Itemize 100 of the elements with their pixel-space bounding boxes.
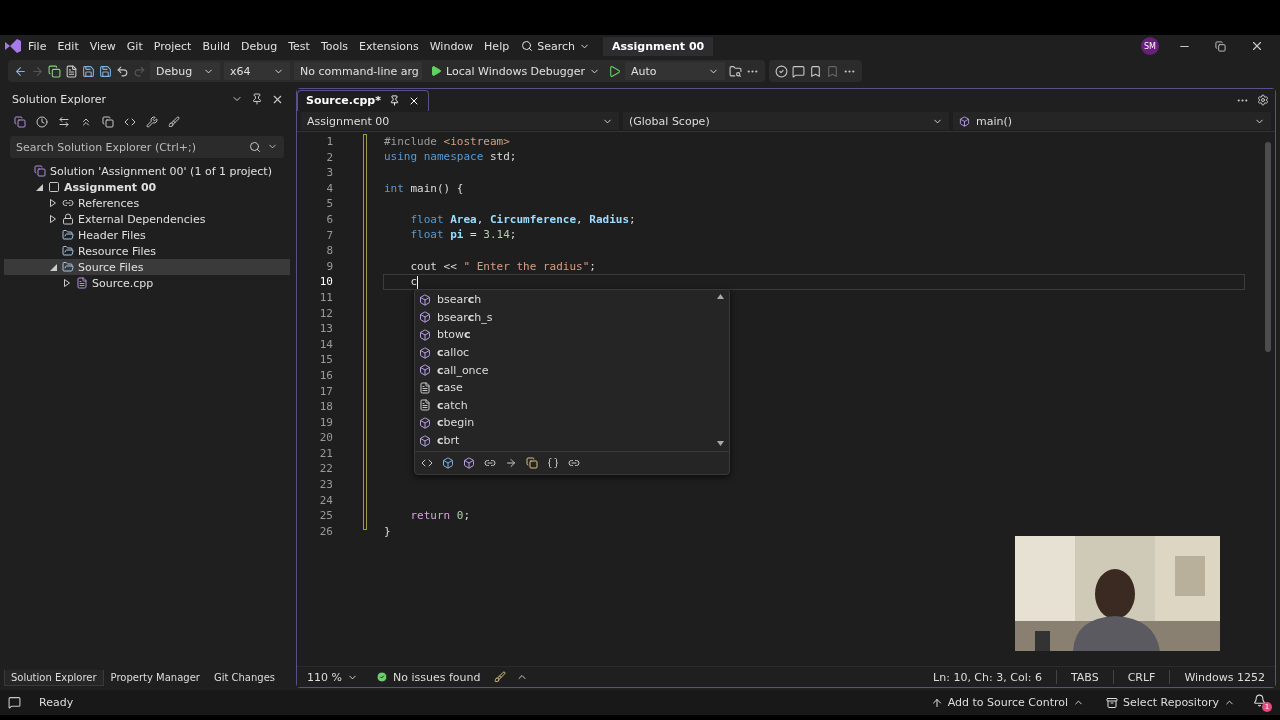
encoding[interactable]: Windows 1252: [1180, 670, 1269, 684]
file-tab[interactable]: Source.cpp*: [297, 89, 429, 111]
tree-item[interactable]: Header Files: [4, 227, 290, 243]
mode-dropdown[interactable]: Auto: [625, 62, 726, 80]
cursor-position[interactable]: Ln: 10, Ch: 3, Col: 6: [929, 670, 1046, 684]
issues-status[interactable]: No issues found: [371, 670, 485, 684]
text-cursor: [417, 275, 419, 289]
search-field[interactable]: Search Solution Explorer (Ctrl+;): [10, 136, 284, 158]
completion-item[interactable]: calloc: [417, 343, 715, 362]
avatar[interactable]: SM: [1141, 37, 1159, 55]
completion-item[interactable]: catch: [417, 396, 715, 415]
tree-item[interactable]: External Dependencies: [4, 211, 290, 227]
menu-item[interactable]: Help: [479, 37, 515, 55]
tree-item[interactable]: Solution 'Assignment 00' (1 of 1 project): [4, 163, 290, 179]
copy-icon[interactable]: [526, 457, 538, 470]
arguments-dropdown[interactable]: No command-line arg: [294, 62, 422, 80]
pin-icon[interactable]: [388, 95, 400, 106]
archive-icon: [1106, 696, 1119, 709]
undo-icon[interactable]: [116, 64, 129, 78]
brush-icon[interactable]: [168, 116, 180, 128]
menu-item[interactable]: Extensions: [354, 37, 424, 55]
save-icon[interactable]: [82, 64, 95, 78]
settings-icon[interactable]: [1257, 94, 1269, 106]
back-icon[interactable]: [14, 64, 27, 78]
start-debugging-button[interactable]: Local Windows Debugger: [426, 64, 605, 78]
brush-icon[interactable]: [494, 671, 507, 683]
tree-item[interactable]: Resource Files: [4, 243, 290, 259]
platform-dropdown[interactable]: x64: [224, 62, 290, 80]
scroll-up-icon[interactable]: [716, 294, 724, 299]
pin-icon[interactable]: [251, 93, 263, 105]
completion-item[interactable]: case: [417, 378, 715, 397]
bookmark-icon[interactable]: [809, 64, 823, 78]
zoom-dropdown[interactable]: 110 %: [303, 670, 362, 684]
sync-arrows-icon[interactable]: [58, 116, 70, 128]
restore-icon[interactable]: [1215, 40, 1226, 52]
line-number: 8: [326, 243, 333, 259]
tree-item[interactable]: Source.cpp: [4, 275, 290, 291]
panel-tab[interactable]: Solution Explorer: [4, 670, 104, 686]
scope-dropdown[interactable]: (Global Scope): [623, 112, 949, 130]
menu-item[interactable]: Tools: [315, 37, 353, 55]
scroll-down-icon[interactable]: [716, 441, 724, 447]
expanded-arrow-icon[interactable]: [49, 263, 57, 271]
panel-tab[interactable]: Git Changes: [206, 670, 282, 686]
save-all-icon[interactable]: [99, 64, 112, 78]
panel-tab[interactable]: Property Manager: [103, 670, 207, 686]
code-icon[interactable]: [124, 116, 136, 128]
line-number: 20: [319, 430, 333, 446]
line-number: 25: [319, 508, 333, 524]
indent-mode[interactable]: TABS: [1066, 670, 1103, 684]
open-file-icon[interactable]: [65, 64, 78, 78]
expanded-arrow-icon[interactable]: [35, 183, 43, 191]
add-to-source-control[interactable]: Add to Source Control: [926, 696, 1089, 709]
cube-icon[interactable]: [463, 457, 475, 470]
configuration-dropdown[interactable]: Debug: [150, 62, 220, 80]
completion-item[interactable]: cbegin: [417, 414, 715, 432]
select-repository[interactable]: Select Repository: [1102, 696, 1239, 709]
logo-icon: [4, 38, 22, 54]
completion-item[interactable]: call_once: [417, 361, 715, 379]
new-project-icon[interactable]: [48, 64, 61, 78]
tree-item[interactable]: Assignment 00: [4, 179, 290, 195]
completion-item[interactable]: bsearch: [417, 291, 715, 309]
menu-item[interactable]: Build: [197, 37, 235, 55]
comment-icon[interactable]: [792, 64, 806, 78]
menu-item[interactable]: File: [23, 37, 52, 55]
completion-item[interactable]: btowc: [417, 326, 715, 344]
wrench-icon[interactable]: [146, 116, 158, 128]
scrollbar-thumb[interactable]: [1265, 142, 1271, 352]
menu-item[interactable]: Test: [283, 37, 315, 55]
check-icon[interactable]: [775, 64, 789, 78]
play-icon[interactable]: [608, 64, 622, 78]
menu-item[interactable]: Debug: [236, 37, 283, 55]
member-dropdown[interactable]: main(): [953, 112, 1271, 130]
search-icon: [249, 141, 261, 153]
code-line: float Area, Circumference, Radius;: [409, 212, 636, 227]
menu-item[interactable]: Window: [424, 37, 479, 55]
cube-icon[interactable]: [442, 457, 454, 470]
completion-item[interactable]: bsearch_s: [417, 308, 715, 327]
line-endings[interactable]: CRLF: [1123, 670, 1160, 684]
collapsed-arrow-icon[interactable]: [64, 279, 70, 287]
history-icon[interactable]: [36, 116, 48, 128]
arrow-icon[interactable]: [505, 457, 517, 470]
menu-item[interactable]: Project: [148, 37, 197, 55]
folder-search-icon[interactable]: [729, 64, 743, 78]
copy-icon[interactable]: [102, 116, 114, 128]
copy-icon[interactable]: [14, 116, 26, 128]
menu-item[interactable]: View: [84, 37, 121, 55]
braces-icon[interactable]: [547, 457, 559, 470]
tree-item[interactable]: References: [4, 195, 290, 211]
completion-item[interactable]: cbrt: [417, 431, 715, 450]
close-icon[interactable]: [1250, 39, 1264, 53]
search-menu[interactable]: Search: [515, 37, 596, 55]
check-icon: [375, 671, 388, 683]
code-line: cout << " Enter the radius";: [409, 259, 596, 274]
code-line: }: [384, 524, 391, 539]
menu-item[interactable]: Git: [121, 37, 148, 55]
project-dropdown[interactable]: Assignment 00: [301, 112, 619, 130]
tree-item[interactable]: Source Files: [4, 259, 290, 275]
collapse-all-icon[interactable]: [80, 116, 92, 128]
line-number: 22: [319, 461, 333, 478]
menu-item[interactable]: Edit: [52, 37, 84, 55]
